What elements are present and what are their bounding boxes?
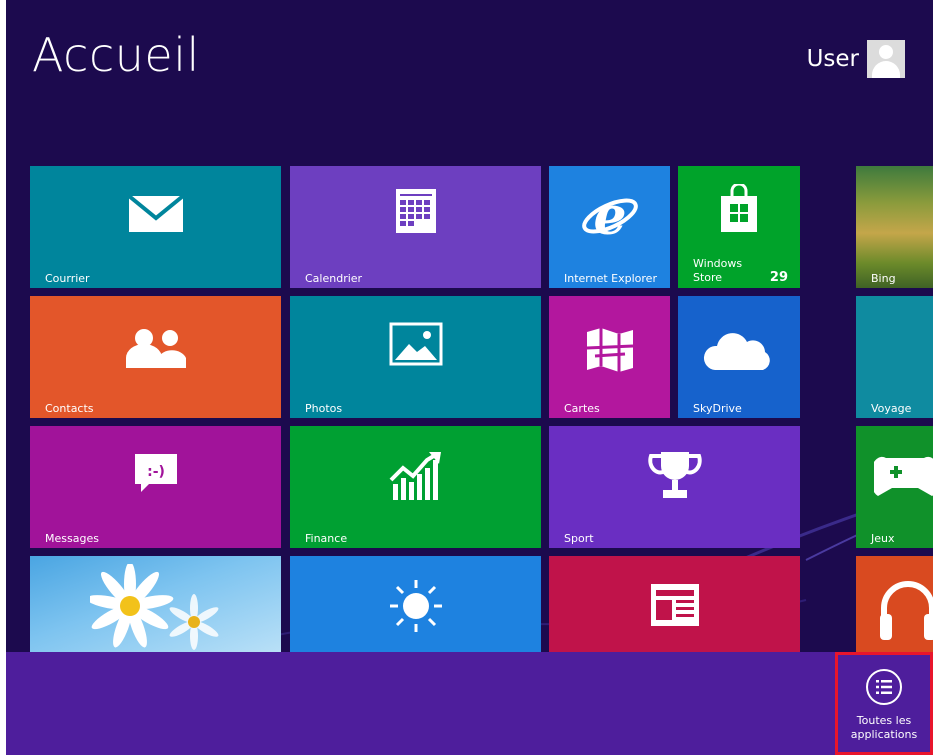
tile-label: Calendrier [305, 272, 363, 285]
tile-bing[interactable]: Bing [856, 166, 933, 288]
tile-actualites[interactable] [549, 556, 800, 652]
tile-contacts[interactable]: Contacts [30, 296, 281, 418]
tile-cartes[interactable]: Cartes [549, 296, 670, 418]
user-name: User [806, 46, 859, 72]
all-apps-button[interactable]: Toutes les applications [835, 652, 933, 755]
svg-text::-): :-) [147, 464, 165, 480]
maps-icon [586, 328, 633, 372]
contacts-icon [125, 329, 186, 368]
app-bar [6, 652, 933, 755]
tile-label: Cartes [564, 402, 600, 415]
tile-courrier[interactable]: Courrier [30, 166, 281, 288]
tile-musique[interactable] [856, 556, 933, 652]
tile-label: Windows Store [693, 257, 743, 284]
tile-windows-store[interactable]: Windows Store 29 [678, 166, 800, 288]
photos-icon [389, 322, 442, 366]
finance-chart-icon [389, 452, 441, 500]
tile-label: Contacts [45, 402, 94, 415]
messaging-icon: :-) [134, 454, 177, 492]
news-icon [650, 584, 699, 626]
internet-explorer-icon: e [581, 188, 638, 240]
tile-internet-explorer[interactable]: e Internet Explorer [549, 166, 670, 288]
start-screen: Accueil User Courrier Calendrier e Inter… [6, 0, 933, 755]
tile-label: Photos [305, 402, 343, 415]
tile-label: Sport [564, 532, 594, 545]
tile-calendrier[interactable]: Calendrier [290, 166, 541, 288]
tile-photos[interactable]: Photos [290, 296, 541, 418]
tile-meteo[interactable] [290, 556, 541, 652]
page-title: Accueil [32, 28, 200, 82]
tile-label: Voyage [871, 402, 912, 415]
store-bag-icon [721, 184, 757, 232]
tile-label: Jeux [871, 532, 895, 545]
calendar-icon [395, 189, 436, 233]
daisy-flowers-image [90, 564, 219, 650]
tile-label: SkyDrive [693, 402, 742, 415]
tile-label: Courrier [45, 272, 90, 285]
tile-sport[interactable]: Sport [549, 426, 800, 548]
user-account[interactable]: User [807, 40, 905, 78]
tile-desktop[interactable] [30, 556, 281, 652]
tile-jeux[interactable]: Jeux [856, 426, 933, 548]
trophy-icon [647, 452, 702, 498]
all-apps-list-icon [866, 669, 902, 705]
user-avatar-icon [867, 40, 905, 78]
tile-label: Messages [45, 532, 99, 545]
mail-icon [127, 194, 184, 232]
store-update-count: 29 [769, 270, 788, 285]
tile-messages[interactable]: :-) Messages [30, 426, 281, 548]
tile-finance[interactable]: Finance [290, 426, 541, 548]
tile-voyage[interactable]: Voyage [856, 296, 933, 418]
sun-icon [389, 580, 442, 632]
tile-label: Internet Explorer [564, 272, 657, 285]
tile-skydrive[interactable]: SkyDrive [678, 296, 800, 418]
headphones-icon [880, 581, 933, 640]
tile-label: Finance [305, 532, 348, 545]
all-apps-label: Toutes les applications [850, 714, 918, 741]
cloud-icon [703, 333, 770, 370]
gamepad-icon [874, 456, 933, 496]
tile-label: Bing [871, 272, 896, 285]
